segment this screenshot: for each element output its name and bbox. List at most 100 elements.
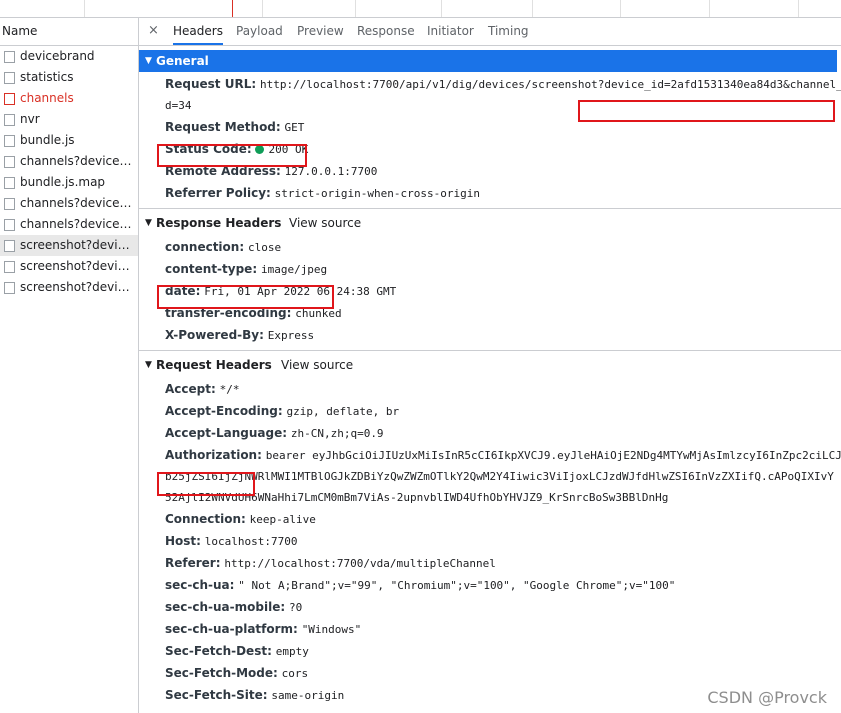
request-url-value-cont: d=34 (165, 99, 192, 112)
tab-payload[interactable]: Payload (236, 18, 283, 45)
request-header-row: Sec-Fetch-Dest: empty (165, 640, 309, 662)
request-header-row: Referer: http://localhost:7700/vda/multi… (165, 552, 496, 574)
header-value: localhost:7700 (204, 535, 298, 548)
header-key: Accept-Encoding: (165, 404, 283, 418)
request-list-panel: Name devicebrand statistics channels nvr bun… (0, 18, 139, 713)
request-header-row: Host: localhost:7700 (165, 530, 298, 552)
request-name: statistics (20, 70, 74, 84)
header-value: cors (281, 667, 309, 680)
referrer-policy-row: Referrer Policy: strict-origin-when-cros… (165, 182, 480, 204)
file-type-icon (4, 51, 15, 63)
request-name: nvr (20, 112, 40, 126)
file-type-icon (4, 219, 15, 231)
request-name: channels?device_id... (20, 154, 136, 168)
header-value: keep-alive (249, 513, 316, 526)
request-header-row: sec-ch-ua: " Not A;Brand";v="99", "Chrom… (165, 574, 675, 596)
header-key: Host: (165, 534, 201, 548)
request-header-row: sec-ch-ua-mobile: ?0 (165, 596, 302, 618)
request-view-source-link[interactable]: View source (281, 354, 353, 376)
header-value: http://localhost:7700/vda/multipleChanne… (224, 557, 496, 570)
request-header-row: Authorization: bearer eyJhbGciOiJIUzUxMi… (165, 444, 841, 466)
request-list-item[interactable]: devicebrand (0, 46, 138, 67)
file-type-icon (4, 240, 15, 252)
timeline-tick (262, 0, 263, 17)
file-type-icon (4, 177, 15, 189)
section-divider (139, 208, 841, 209)
highlight-box-request-method (157, 144, 307, 167)
referrer-policy-value: strict-origin-when-cross-origin (274, 187, 480, 200)
tab-initiator[interactable]: Initiator (427, 18, 474, 45)
request-list-item[interactable]: screenshot?device_... (0, 256, 138, 277)
response-headers-section-header[interactable]: ▼ Response Headers View source (139, 212, 837, 234)
request-list-item[interactable]: bundle.js (0, 130, 138, 151)
general-section-header[interactable]: ▼ General (139, 50, 837, 72)
request-list-item[interactable]: channels?device_id... (0, 193, 138, 214)
header-value: close (247, 241, 282, 254)
timeline-marker (232, 0, 233, 17)
request-list-item[interactable]: channels (0, 88, 138, 109)
request-list: devicebrand statistics channels nvr bundle.j… (0, 46, 138, 298)
request-header-row: Sec-Fetch-Mode: cors (165, 662, 308, 684)
timeline-tick (798, 0, 799, 17)
header-key: content-type: (165, 262, 258, 276)
request-header-row: Sec-Fetch-Site: same-origin (165, 684, 344, 706)
header-value: ?0 (288, 601, 303, 614)
request-url-row-cont: d=34 (165, 94, 192, 116)
request-name: devicebrand (20, 49, 95, 63)
name-column-header[interactable]: Name (0, 18, 138, 46)
header-value: */* (219, 383, 240, 396)
request-method-key: Request Method: (165, 120, 281, 134)
request-name: bundle.js.map (20, 175, 106, 189)
header-value: gzip, deflate, br (286, 405, 400, 418)
details-tabbar: × Headers Payload Preview Response Initi… (139, 18, 841, 46)
file-type-icon (4, 261, 15, 273)
request-header-row: Connection: keep-alive (165, 508, 316, 530)
request-name: channels (20, 91, 74, 105)
response-header-row: content-type: image/jpeg (165, 258, 327, 280)
header-value: " Not A;Brand";v="99", "Chromium";v="100… (238, 579, 676, 592)
file-type-icon (4, 198, 15, 210)
request-name: screenshot?device_... (20, 259, 136, 273)
tab-headers[interactable]: Headers (173, 18, 223, 45)
timeline-tick (355, 0, 356, 17)
timeline-tick (620, 0, 621, 17)
header-key: Accept-Language: (165, 426, 288, 440)
response-headers-title: Response Headers (156, 216, 282, 230)
request-headers-section-header[interactable]: ▼ Request Headers View source (139, 354, 837, 376)
request-header-row-cont: b25jZSI6IjZjNWRlMWI1MTBlOGJkZDBiYzQwZWZm… (165, 465, 834, 487)
header-key: sec-ch-ua: (165, 578, 235, 592)
request-name: channels?device_id... (20, 217, 136, 231)
header-key: sec-ch-ua-mobile: (165, 600, 286, 614)
collapse-arrow-icon: ▼ (145, 56, 152, 66)
close-details-icon[interactable]: × (148, 23, 159, 38)
request-url-row: Request URL: http://localhost:7700/api/v… (165, 73, 841, 95)
response-header-row: X-Powered-By: Express (165, 324, 314, 346)
header-key: Sec-Fetch-Dest: (165, 644, 272, 658)
file-type-icon (4, 72, 15, 84)
request-header-row: Accept: */* (165, 378, 239, 400)
tab-preview[interactable]: Preview (297, 18, 344, 45)
request-list-item[interactable]: channels?device_id... (0, 214, 138, 235)
headers-content: ▼ General Request URL: http://localhost:… (139, 46, 841, 713)
request-name: screenshot?device_... (20, 238, 136, 252)
request-list-item[interactable]: bundle.js.map (0, 172, 138, 193)
request-list-item[interactable]: channels?device_id... (0, 151, 138, 172)
tab-timing[interactable]: Timing (488, 18, 529, 45)
request-list-item[interactable]: screenshot?device_... (0, 277, 138, 298)
request-details-panel: × Headers Payload Preview Response Initi… (139, 18, 841, 713)
timeline-tick (84, 0, 85, 17)
header-key: Referer: (165, 556, 221, 570)
tab-response[interactable]: Response (357, 18, 415, 45)
request-list-item[interactable]: statistics (0, 67, 138, 88)
file-type-icon (4, 114, 15, 126)
highlight-box-content-type (157, 285, 334, 309)
response-view-source-link[interactable]: View source (289, 212, 361, 234)
request-header-row: Accept-Language: zh-CN,zh;q=0.9 (165, 422, 384, 444)
request-list-item[interactable]: nvr (0, 109, 138, 130)
response-header-row: connection: close (165, 236, 281, 258)
request-headers-title: Request Headers (156, 358, 272, 372)
highlight-box-authorization (157, 472, 255, 496)
timeline-tick (441, 0, 442, 17)
request-url-value: http://localhost:7700/api/v1/dig/devices… (259, 78, 841, 91)
request-list-item[interactable]: screenshot?device_... (0, 235, 138, 256)
